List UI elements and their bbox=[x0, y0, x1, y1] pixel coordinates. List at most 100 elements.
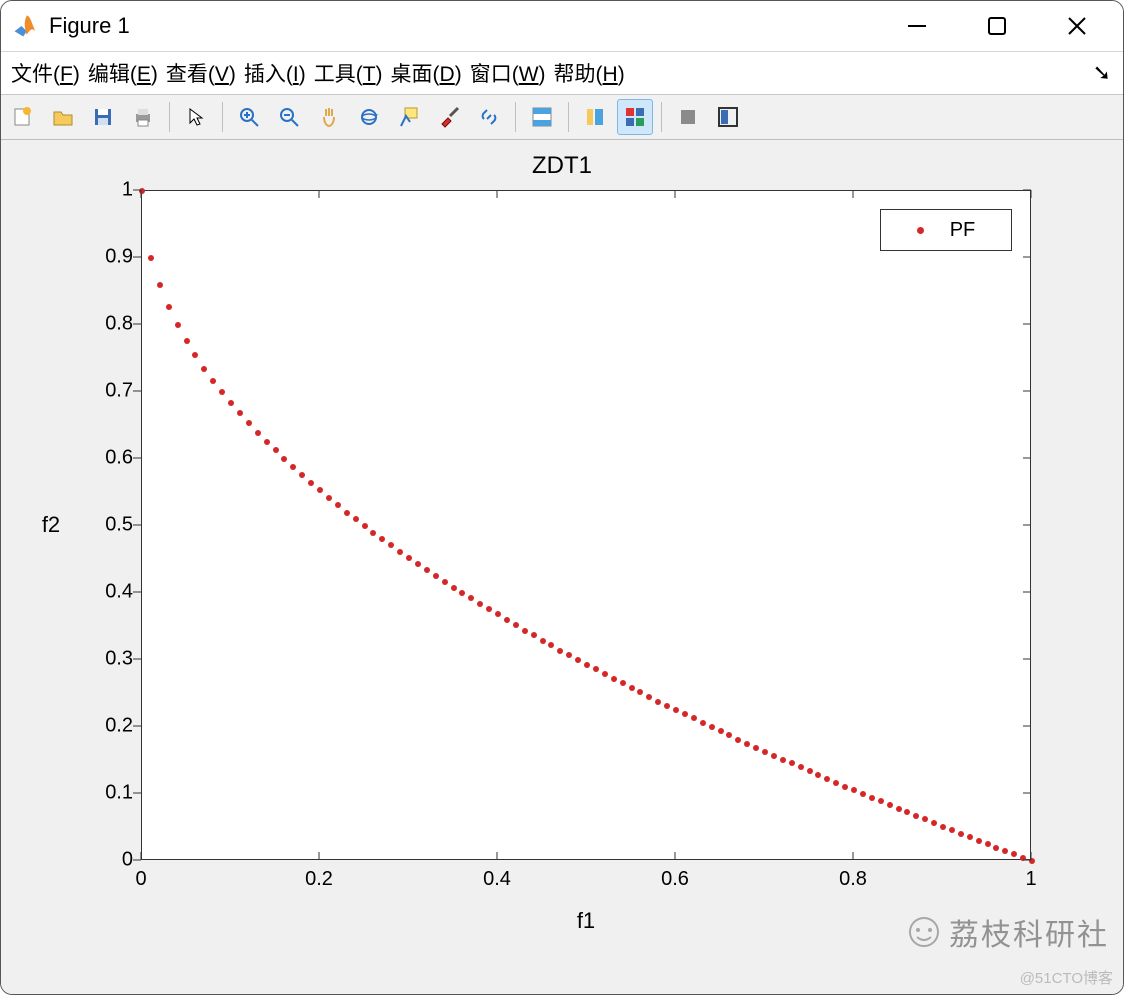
data-point bbox=[504, 617, 510, 623]
xtick-label: 0.8 bbox=[839, 868, 867, 891]
figure-area: ZDT1 PF f2 f1 00.10.20.30.40.50.60.70.80… bbox=[1, 140, 1123, 994]
data-cursor-icon[interactable] bbox=[391, 99, 427, 135]
menu-w[interactable]: 窗口(W) bbox=[466, 61, 550, 88]
window-title: Figure 1 bbox=[49, 13, 130, 39]
data-point bbox=[370, 530, 376, 536]
data-point bbox=[557, 648, 563, 654]
data-point bbox=[798, 764, 804, 770]
legend-marker-icon bbox=[917, 227, 924, 234]
menu-h[interactable]: 帮助(H) bbox=[550, 61, 629, 88]
brush-icon[interactable] bbox=[431, 99, 467, 135]
data-point bbox=[762, 749, 768, 755]
menu-t[interactable]: 工具(T) bbox=[310, 61, 387, 88]
data-point bbox=[851, 787, 857, 793]
data-point bbox=[726, 732, 732, 738]
dock-icon[interactable] bbox=[710, 99, 746, 135]
data-point bbox=[388, 542, 394, 548]
data-point bbox=[353, 516, 359, 522]
insert-legend-icon[interactable] bbox=[577, 99, 613, 135]
close-button[interactable] bbox=[1057, 6, 1097, 46]
data-point bbox=[495, 611, 501, 617]
ytick-label: 0.4 bbox=[83, 581, 133, 604]
minimize-button[interactable] bbox=[897, 6, 937, 46]
menu-e[interactable]: 编辑(E) bbox=[84, 61, 162, 88]
rotate3d-icon[interactable] bbox=[351, 99, 387, 135]
data-point bbox=[548, 642, 554, 648]
data-point bbox=[967, 834, 973, 840]
data-point bbox=[459, 590, 465, 596]
pan-icon[interactable] bbox=[311, 99, 347, 135]
data-point bbox=[264, 439, 270, 445]
data-point bbox=[887, 802, 893, 808]
legend-label: PF bbox=[950, 219, 976, 242]
data-point bbox=[833, 780, 839, 786]
data-point bbox=[192, 352, 198, 358]
data-point bbox=[317, 487, 323, 493]
data-point bbox=[210, 378, 216, 384]
data-point bbox=[700, 720, 706, 726]
ytick-label: 0.2 bbox=[83, 715, 133, 738]
data-point bbox=[931, 820, 937, 826]
data-point bbox=[735, 737, 741, 743]
menu-i[interactable]: 插入(I) bbox=[240, 61, 310, 88]
data-point bbox=[1011, 851, 1017, 857]
data-point bbox=[281, 456, 287, 462]
zoom-in-icon[interactable] bbox=[231, 99, 267, 135]
data-point bbox=[273, 447, 279, 453]
axes[interactable]: PF bbox=[141, 190, 1031, 860]
data-point bbox=[1002, 848, 1008, 854]
colorbar-icon[interactable] bbox=[524, 99, 560, 135]
data-point bbox=[842, 784, 848, 790]
legend[interactable]: PF bbox=[880, 209, 1012, 251]
data-point bbox=[148, 255, 154, 261]
data-point bbox=[406, 555, 412, 561]
data-point bbox=[593, 666, 599, 672]
data-point bbox=[976, 838, 982, 844]
ytick-label: 0.9 bbox=[83, 246, 133, 269]
plot-tools-icon[interactable] bbox=[617, 99, 653, 135]
new-figure-icon[interactable] bbox=[5, 99, 41, 135]
data-point bbox=[646, 694, 652, 700]
menu-d[interactable]: 桌面(D) bbox=[387, 61, 466, 88]
data-point bbox=[993, 845, 999, 851]
data-point bbox=[913, 813, 919, 819]
data-point bbox=[682, 711, 688, 717]
print-icon[interactable] bbox=[125, 99, 161, 135]
menu-f[interactable]: 文件(F) bbox=[7, 61, 84, 88]
hide-tools-icon[interactable] bbox=[670, 99, 706, 135]
data-point bbox=[691, 715, 697, 721]
data-point bbox=[637, 689, 643, 695]
save-icon[interactable] bbox=[85, 99, 121, 135]
data-point bbox=[896, 806, 902, 812]
ytick-label: 0.8 bbox=[83, 313, 133, 336]
data-point bbox=[869, 795, 875, 801]
data-point bbox=[807, 768, 813, 774]
open-icon[interactable] bbox=[45, 99, 81, 135]
menu-v[interactable]: 查看(V) bbox=[162, 61, 240, 88]
data-point bbox=[344, 510, 350, 516]
data-point bbox=[824, 776, 830, 782]
data-point bbox=[904, 809, 910, 815]
data-point bbox=[219, 389, 225, 395]
xtick-label: 1 bbox=[1025, 868, 1036, 891]
data-point bbox=[326, 495, 332, 501]
link-icon[interactable] bbox=[471, 99, 507, 135]
ytick-label: 0.3 bbox=[83, 648, 133, 671]
dock-arrow-icon[interactable]: ➘ bbox=[1093, 60, 1117, 86]
data-point bbox=[468, 595, 474, 601]
data-point bbox=[655, 699, 661, 705]
toolbar bbox=[1, 94, 1123, 140]
maximize-button[interactable] bbox=[977, 6, 1017, 46]
data-point bbox=[237, 410, 243, 416]
data-point bbox=[753, 745, 759, 751]
data-point bbox=[744, 741, 750, 747]
data-point bbox=[531, 632, 537, 638]
data-point bbox=[299, 472, 305, 478]
data-point bbox=[584, 662, 590, 668]
data-point bbox=[201, 366, 207, 372]
data-point bbox=[958, 831, 964, 837]
data-point bbox=[335, 502, 341, 508]
zoom-out-icon[interactable] bbox=[271, 99, 307, 135]
pointer-icon[interactable] bbox=[178, 99, 214, 135]
figure-window: Figure 1 文件(F)编辑(E)查看(V)插入(I)工具(T)桌面(D)窗… bbox=[0, 0, 1124, 995]
